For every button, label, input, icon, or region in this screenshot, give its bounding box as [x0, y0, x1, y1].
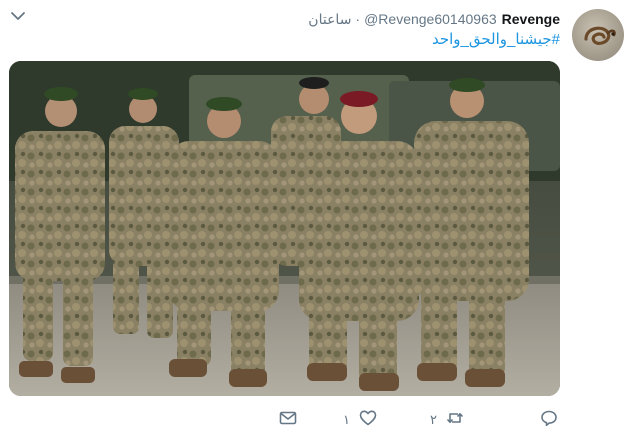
- like-button[interactable]: ١: [343, 405, 378, 435]
- reply-button[interactable]: [539, 405, 559, 435]
- tweet-card[interactable]: Revenge @Revenge60140963 · ساعتان #جيشنا…: [0, 0, 631, 442]
- tweet-timestamp[interactable]: ساعتان: [308, 11, 351, 28]
- tweet-header: Revenge @Revenge60140963 · ساعتان: [308, 9, 560, 29]
- tweet-actions: ١ ٢: [0, 405, 631, 435]
- like-count: ١: [343, 412, 350, 427]
- retweet-count: ٢: [430, 412, 437, 427]
- reply-icon: [539, 408, 559, 433]
- tweet-photo[interactable]: [9, 61, 560, 396]
- heart-icon: [358, 408, 378, 433]
- dm-button[interactable]: [278, 405, 298, 435]
- retweet-button[interactable]: ٢: [430, 405, 465, 435]
- separator-dot: ·: [355, 11, 361, 27]
- avatar[interactable]: [572, 9, 624, 61]
- retweet-icon: [445, 408, 465, 433]
- chevron-down-icon[interactable]: [8, 6, 28, 26]
- user-handle[interactable]: @Revenge60140963: [364, 11, 497, 27]
- hashtag-link[interactable]: #جيشنا_والحق_واحد: [432, 30, 560, 48]
- display-name[interactable]: Revenge: [502, 11, 560, 27]
- soldiers-photo: [9, 61, 560, 396]
- envelope-icon: [278, 408, 298, 433]
- coiled-snake-icon: [584, 26, 616, 46]
